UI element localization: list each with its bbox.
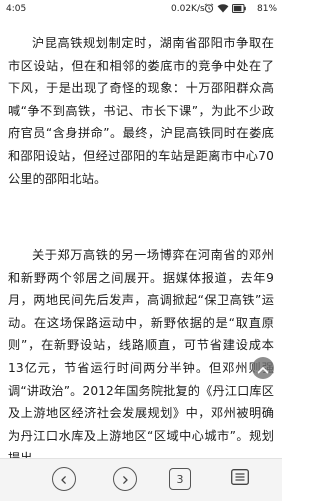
back-button[interactable] [52, 467, 76, 491]
battery-percent: 81% [257, 4, 278, 14]
article-paragraph: 沪昆高铁规划制定时，湖南省邵阳市争取在市区设站，但在和相邻的娄底市的竞争中处在了… [8, 36, 274, 186]
status-bar: 4:05 0.02K/s 81% [0, 0, 282, 20]
browser-bottom-bar: 3 [0, 458, 282, 501]
status-icons [204, 3, 246, 13]
menu-icon [231, 469, 249, 489]
alarm-icon [204, 3, 214, 13]
tabs-button[interactable]: 3 [169, 468, 191, 490]
forward-icon [120, 470, 130, 489]
back-icon [59, 470, 69, 489]
scroll-to-top-button[interactable] [252, 357, 274, 379]
article-body: 沪昆高铁规划制定时，湖南省邵阳市争取在市区设站，但在和相邻的娄底市的竞争中处在了… [0, 22, 282, 458]
chevron-up-icon [257, 359, 269, 378]
menu-button[interactable] [228, 467, 252, 491]
article-paragraph: 关于郑万高铁的另一场博弈在河南省的邓州和新野两个邻居之间展开。据媒体报道，去年9… [8, 248, 274, 458]
status-time: 4:05 [6, 4, 27, 14]
tab-count: 3 [176, 472, 184, 486]
forward-button[interactable] [113, 467, 137, 491]
network-speed: 0.02K/s [171, 4, 205, 14]
battery-icon [232, 3, 246, 13]
wifi-icon [217, 3, 229, 13]
